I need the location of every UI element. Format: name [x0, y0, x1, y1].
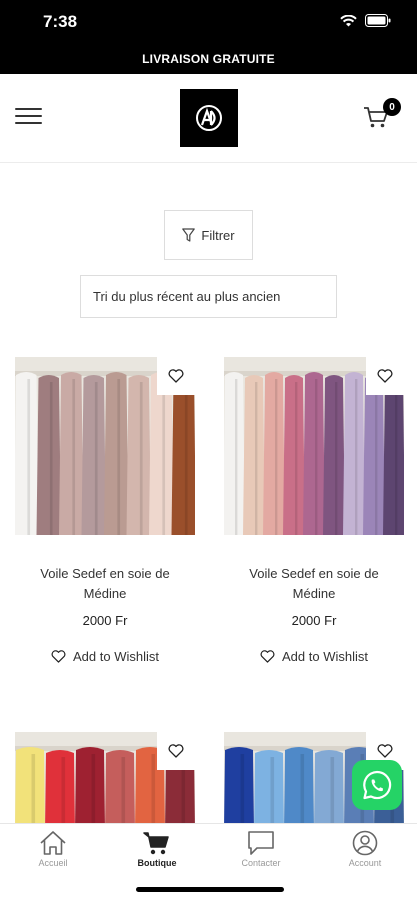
- brand-logo[interactable]: [180, 89, 238, 147]
- scarf-drape: [263, 372, 285, 535]
- logo-mark-icon: [196, 105, 222, 131]
- filter-icon: [182, 228, 196, 242]
- scarf-drape: [343, 372, 365, 535]
- scarf-drape: [363, 375, 385, 535]
- add-to-wishlist-link[interactable]: Add to Wishlist: [15, 649, 195, 664]
- scarf-drape: [81, 375, 106, 535]
- product-name[interactable]: Voile Sedef en soie de Médine: [15, 564, 195, 604]
- product-card[interactable]: Voile Sedef en soie de Médine 2000 Fr Ad…: [224, 357, 404, 664]
- whatsapp-button[interactable]: [352, 760, 402, 810]
- home-icon: [40, 831, 66, 855]
- wishlist-label: Add to Wishlist: [282, 649, 368, 664]
- heart-icon: [168, 744, 184, 758]
- scarf-drape: [15, 372, 39, 535]
- product-card[interactable]: Voile Sedef en soie de Médine 2000 Fr Ad…: [15, 357, 195, 664]
- product-price: 2000 Fr: [291, 613, 337, 628]
- sort-select[interactable]: Tri du plus récent au plus ancien: [80, 275, 337, 318]
- scarf-drape: [126, 375, 151, 535]
- add-to-wishlist-link[interactable]: Add to Wishlist: [224, 649, 404, 664]
- tab-account[interactable]: Account: [325, 830, 405, 868]
- heart-icon: [51, 650, 66, 663]
- wifi-icon: [340, 14, 357, 26]
- scarf-drape: [303, 372, 325, 535]
- tab-label: Accueil: [38, 858, 68, 868]
- heart-icon: [260, 650, 275, 663]
- product-name[interactable]: Voile Sedef en soie de Médine: [224, 564, 404, 604]
- cart-icon: [143, 832, 169, 855]
- scarf-drape: [59, 372, 84, 535]
- promo-banner: LIVRAISON GRATUITE: [0, 44, 417, 74]
- chat-icon: [248, 831, 274, 855]
- product-price: 2000 Fr: [82, 613, 128, 628]
- home-indicator: [136, 887, 284, 892]
- battery-icon: [365, 14, 391, 27]
- product-image[interactable]: [224, 357, 404, 535]
- product-image[interactable]: [15, 357, 195, 535]
- cart-count-badge: 0: [383, 98, 401, 116]
- tab-label: Contacter: [241, 858, 281, 868]
- scarf-drape: [224, 372, 245, 535]
- scarf-drape: [383, 372, 404, 535]
- wishlist-heart-button[interactable]: [157, 357, 195, 395]
- filter-label: Filtrer: [201, 227, 235, 243]
- scarf-drape: [283, 375, 305, 535]
- tab-contacter[interactable]: Contacter: [221, 830, 301, 868]
- heart-icon: [377, 369, 393, 383]
- scarf-drape: [104, 372, 129, 535]
- wishlist-label: Add to Wishlist: [73, 649, 159, 664]
- scarf-drape: [149, 372, 174, 535]
- scarf-drape: [243, 375, 265, 535]
- tab-boutique[interactable]: Boutique: [117, 830, 197, 868]
- cart-button[interactable]: 0: [363, 98, 401, 130]
- scarf-drape: [323, 375, 345, 535]
- tab-label: Account: [348, 858, 382, 868]
- header: 0: [0, 74, 417, 163]
- status-time: 7:38: [43, 12, 78, 31]
- sort-label: Tri du plus récent au plus ancien: [93, 289, 281, 304]
- scarf-drape: [171, 375, 195, 535]
- heart-icon: [377, 744, 393, 758]
- user-icon: [352, 830, 378, 856]
- wishlist-heart-button[interactable]: [157, 732, 195, 770]
- status-bar: 7:38: [0, 0, 417, 44]
- filter-button[interactable]: Filtrer: [164, 210, 253, 260]
- tab-label: Boutique: [137, 858, 177, 868]
- scarf-drape: [36, 375, 61, 535]
- wishlist-heart-button[interactable]: [366, 357, 404, 395]
- whatsapp-icon: [363, 770, 392, 800]
- status-icons: [340, 14, 391, 27]
- tab-accueil[interactable]: Accueil: [13, 830, 93, 868]
- heart-icon: [168, 369, 184, 383]
- hamburger-menu-icon[interactable]: [15, 108, 42, 128]
